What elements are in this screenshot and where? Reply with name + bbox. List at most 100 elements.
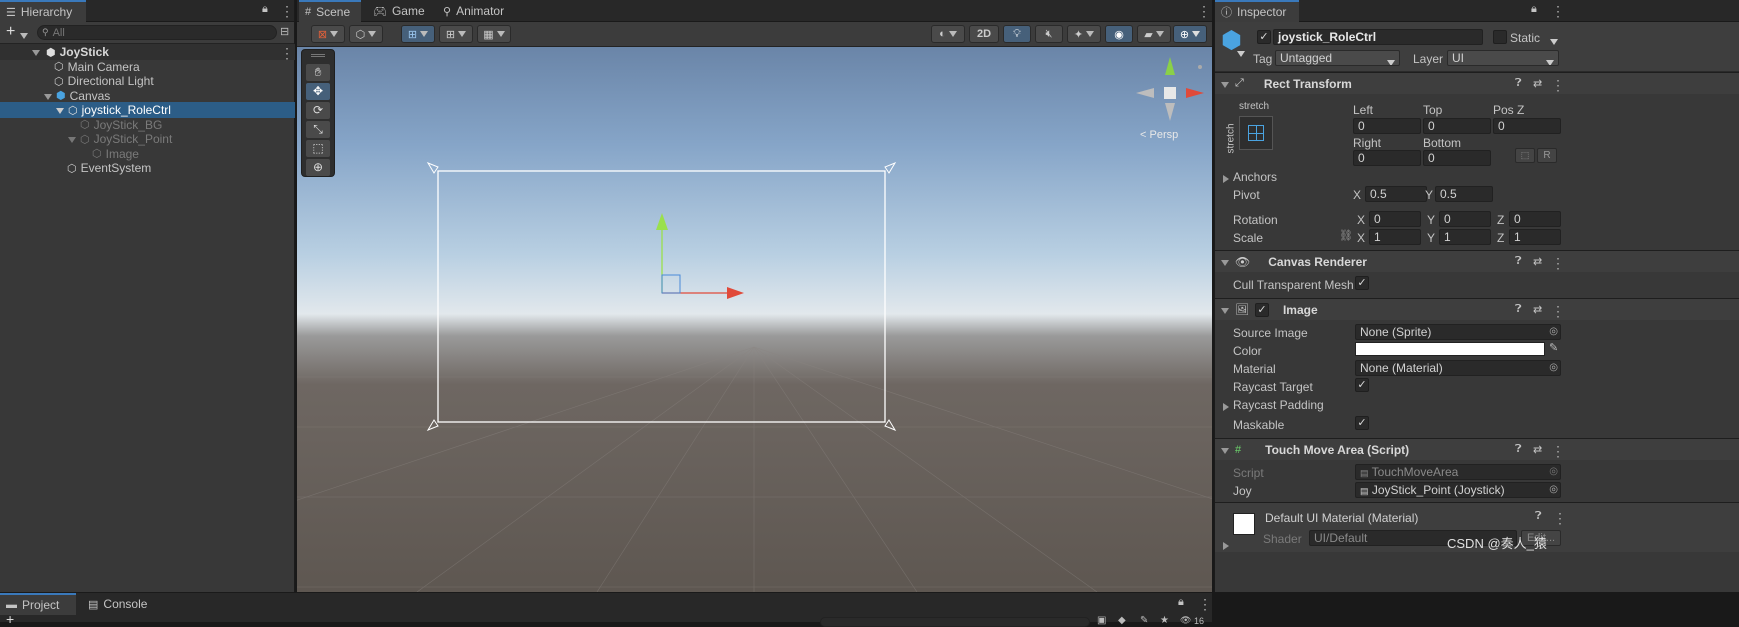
grid-snap-button[interactable]: ⊞ [401, 25, 435, 43]
2d-toggle-button[interactable]: 2D [969, 25, 999, 43]
tab-game[interactable]: 🎮︎ Game [367, 0, 433, 22]
favorite-icon[interactable]: ★ [1160, 615, 1169, 626]
tab-console[interactable]: ▤ Console [82, 593, 155, 615]
snap-increment-button[interactable]: ⊞ [439, 25, 473, 43]
lock-icon[interactable]: 🔒︎ [1178, 596, 1184, 609]
object-picker-icon[interactable]: ◎ [1549, 483, 1558, 497]
shading-button[interactable]: ⬡ [349, 25, 383, 43]
raycast-target-checkbox[interactable]: ✓ [1355, 378, 1369, 392]
raycast-padding-label[interactable]: Raycast Padding [1233, 398, 1324, 412]
raw-edit-button[interactable]: R [1537, 148, 1557, 163]
tab-inspector[interactable]: ⓘ Inspector [1215, 0, 1299, 22]
bottom-field[interactable]: 0 [1423, 150, 1491, 166]
transform-tool-button[interactable]: ⊕ [306, 159, 330, 176]
expand-arrow-icon[interactable] [44, 89, 52, 103]
rotation-z-field[interactable]: 0 [1509, 211, 1561, 227]
filter-by-type-icon[interactable]: ▣ [1097, 615, 1106, 626]
move-tool-button[interactable]: ✥ [306, 83, 330, 100]
more-menu-icon[interactable]: ⋮ [1197, 4, 1211, 18]
scale-x-field[interactable]: 1 [1369, 229, 1421, 245]
material-field[interactable]: None (Material) ◎ [1355, 360, 1561, 376]
object-picker-icon[interactable]: ◎ [1549, 361, 1558, 375]
expand-arrow-icon[interactable] [56, 103, 64, 117]
expand-arrow-icon[interactable] [1223, 539, 1229, 553]
left-field[interactable]: 0 [1353, 118, 1421, 134]
camera-settings-button[interactable]: ▰ [1137, 25, 1171, 43]
tab-scene[interactable]: # Scene [299, 0, 361, 22]
help-icon[interactable]: ❓︎ [1535, 510, 1542, 523]
project-search-input[interactable] [820, 617, 1090, 627]
touch-move-header[interactable]: # Touch Move Area (Script) ❓︎ ⇄ ⋮ [1215, 438, 1739, 460]
tab-animator[interactable]: ⚲ Animator [437, 0, 512, 22]
audio-toggle-button[interactable]: 🔇︎ [1035, 25, 1063, 43]
hand-tool-button[interactable]: ✋︎ [306, 64, 330, 81]
lock-icon[interactable]: 🔒︎ [1531, 3, 1537, 16]
anchors-label[interactable]: Anchors [1233, 170, 1277, 184]
anchor-presets-button[interactable] [1239, 116, 1273, 150]
maskable-checkbox[interactable]: ✓ [1355, 416, 1369, 430]
add-button[interactable]: + [6, 23, 15, 41]
search-input[interactable]: ⚲ All [37, 25, 277, 40]
pivot-x-field[interactable]: 0.5 [1365, 186, 1427, 202]
more-menu-icon[interactable]: ⋮ [280, 46, 294, 60]
component-menu-icon[interactable]: ⋮ [1551, 256, 1565, 270]
orientation-gizmo[interactable] [1130, 53, 1210, 133]
lock-icon[interactable]: 🔒︎ [262, 3, 268, 16]
chevron-down-icon[interactable] [1237, 46, 1245, 60]
filter-icon[interactable]: ⊟ [280, 25, 289, 38]
active-checkbox[interactable]: ✓ [1257, 30, 1271, 44]
rotation-x-field[interactable]: 0 [1369, 211, 1421, 227]
image-header[interactable]: 🖼︎ ✓ Image ❓︎ ⇄ ⋮ [1215, 298, 1739, 320]
component-menu-icon[interactable]: ⋮ [1551, 78, 1565, 92]
rotation-y-field[interactable]: 0 [1439, 211, 1491, 227]
more-menu-icon[interactable]: ⋮ [1551, 4, 1565, 18]
tab-hierarchy[interactable]: ☰ Hierarchy [0, 0, 86, 22]
more-menu-icon[interactable]: ⋮ [280, 4, 294, 18]
lighting-toggle-button[interactable]: 💡︎ [1003, 25, 1031, 43]
preset-icon[interactable]: ⇄ [1533, 77, 1542, 90]
help-icon[interactable]: ❓︎ [1515, 77, 1522, 90]
hidden-count-icon[interactable]: 👁︎ [1180, 615, 1191, 626]
palette-grip[interactable] [311, 54, 325, 57]
color-swatch[interactable] [1355, 342, 1545, 356]
component-menu-icon[interactable]: ⋮ [1551, 444, 1565, 458]
grid-visibility-button[interactable]: ▦ [477, 25, 511, 43]
help-icon[interactable]: ❓︎ [1515, 443, 1522, 456]
component-menu-icon[interactable]: ⋮ [1551, 304, 1565, 318]
static-checkbox[interactable] [1493, 30, 1507, 44]
right-field[interactable]: 0 [1353, 150, 1421, 166]
draw-mode-button[interactable]: ⊠ [311, 25, 345, 43]
object-picker-icon[interactable]: ◎ [1549, 325, 1558, 339]
posz-field[interactable]: 0 [1493, 118, 1561, 134]
expand-arrow-icon[interactable] [1221, 443, 1229, 457]
render-mode-button[interactable]: ◐ [931, 25, 965, 43]
expand-arrow-icon[interactable] [1223, 400, 1229, 414]
image-enabled-checkbox[interactable]: ✓ [1254, 302, 1269, 317]
more-menu-icon[interactable]: ⋮ [1198, 597, 1212, 611]
top-field[interactable]: 0 [1423, 118, 1491, 134]
expand-arrow-icon[interactable] [1221, 303, 1229, 317]
expand-arrow-icon[interactable] [1221, 255, 1229, 269]
eyedropper-icon[interactable]: ✎ [1549, 341, 1558, 354]
expand-arrow-icon[interactable] [1221, 77, 1229, 91]
canvas-renderer-header[interactable]: 👁︎ Canvas Renderer ❓︎ ⇄ ⋮ [1215, 250, 1739, 272]
preset-icon[interactable]: ⇄ [1533, 255, 1542, 268]
joy-field[interactable]: ▤ JoyStick_Point (Joystick) ◎ [1355, 482, 1561, 498]
source-image-field[interactable]: None (Sprite) ◎ [1355, 324, 1561, 340]
help-icon[interactable]: ❓︎ [1515, 303, 1522, 316]
chevron-down-icon[interactable] [20, 28, 28, 42]
help-icon[interactable]: ❓︎ [1515, 255, 1522, 268]
tag-dropdown[interactable]: Untagged [1275, 50, 1400, 66]
blueprint-mode-button[interactable]: ⬚ [1515, 148, 1535, 163]
expand-arrow-icon[interactable] [68, 132, 76, 146]
preset-icon[interactable]: ⇄ [1533, 443, 1542, 456]
scene-viewport[interactable]: ✋︎ ✥ ⟳ ⤡ ⬚ ⊕ < Persp [297, 47, 1212, 592]
rect-transform-header[interactable]: ⤢ Rect Transform ❓︎ ⇄ ⋮ [1215, 72, 1739, 94]
cull-mesh-checkbox[interactable]: ✓ [1355, 276, 1369, 290]
chevron-down-icon[interactable] [1550, 34, 1558, 48]
component-menu-icon[interactable]: ⋮ [1553, 511, 1567, 525]
gizmos-button[interactable]: ⊕ [1173, 25, 1207, 43]
scale-z-field[interactable]: 1 [1509, 229, 1561, 245]
expand-arrow-icon[interactable] [32, 45, 40, 59]
expand-arrow-icon[interactable] [1223, 172, 1229, 186]
